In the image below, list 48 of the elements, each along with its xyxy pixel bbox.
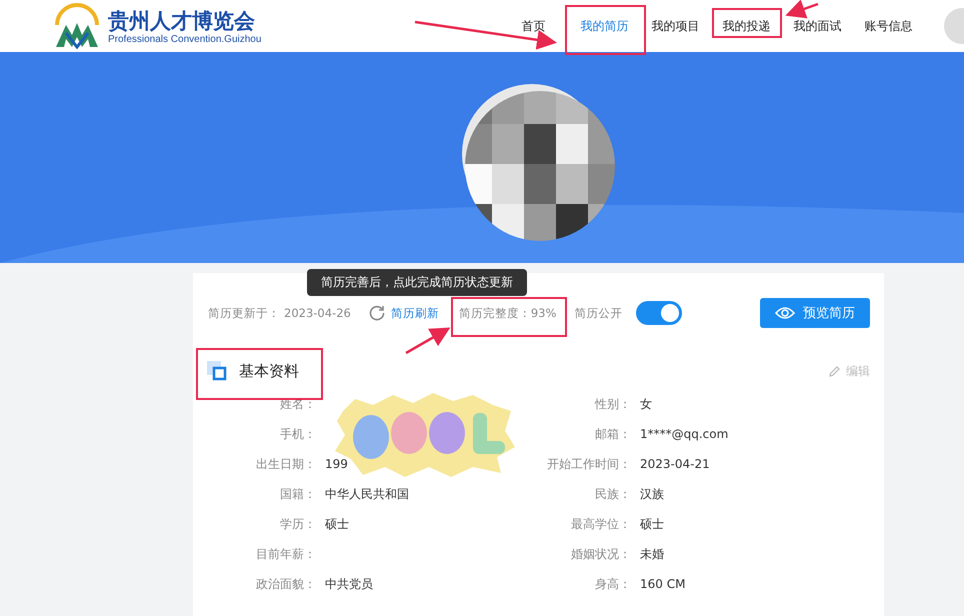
logo-icon xyxy=(52,3,102,49)
updated-label: 简历更新于： xyxy=(208,306,280,320)
nav-link[interactable]: 我的项目 xyxy=(640,2,711,50)
field-label: 手机： xyxy=(279,426,316,442)
eye-icon xyxy=(775,305,795,321)
field-value: 未婚 xyxy=(640,546,664,560)
pencil-icon xyxy=(828,364,841,378)
field-value: 中共党员 xyxy=(325,576,373,590)
field-value: 199 xyxy=(325,457,348,471)
field-value: 女 xyxy=(640,396,652,410)
nav-link[interactable]: 账号信息 xyxy=(853,2,924,50)
field-value: 160 CM xyxy=(640,577,686,591)
field-label: 邮箱： xyxy=(594,426,631,442)
field-value: 1****@qq.com xyxy=(640,427,728,441)
nav-link[interactable]: 首页 xyxy=(498,2,569,50)
nav-link[interactable]: 我的面试 xyxy=(782,2,853,50)
tooltip: 简历完善后，点此完成简历状态更新 xyxy=(307,269,527,296)
field-value: 汉族 xyxy=(640,486,664,500)
field-value: 中华人民共和国 xyxy=(325,486,409,500)
updated-date: 2023-04-26 xyxy=(284,306,351,320)
field-value: 2023-04-21 xyxy=(640,457,710,471)
field-label: 开始工作时间： xyxy=(546,456,631,472)
refresh-link[interactable]: 简历刷新 xyxy=(390,306,439,320)
public-switch[interactable] xyxy=(636,301,682,325)
public-label: 简历公开 xyxy=(574,306,622,320)
completeness-text: 简历完整度：93% xyxy=(458,306,556,320)
field-label: 最高学位： xyxy=(570,516,631,532)
field-label: 学历： xyxy=(279,516,316,532)
field-label: 身高： xyxy=(594,576,631,592)
field-label: 国籍： xyxy=(279,486,316,502)
annotation-box xyxy=(712,8,782,38)
arrow xyxy=(405,328,450,354)
field-label: 民族： xyxy=(594,486,631,502)
section-title: 基本资料 xyxy=(239,362,299,380)
nav-link[interactable]: 我的简历 xyxy=(569,2,640,50)
field-value: 硕士 xyxy=(640,516,664,530)
field-label: 出生日期： xyxy=(255,456,316,472)
site-subtitle: Professionals Convention.Guizhou xyxy=(108,34,262,44)
nav-link[interactable]: 我的投递 xyxy=(711,2,782,50)
field-label: 婚姻状况： xyxy=(570,546,631,562)
site-title: 贵州人才博览会 xyxy=(108,8,256,34)
field-label: 目前年薪： xyxy=(255,546,316,562)
field-value: 硕士 xyxy=(325,516,349,530)
refresh-icon[interactable] xyxy=(368,305,385,321)
field-label: 性别： xyxy=(594,396,631,412)
arrow xyxy=(785,0,818,18)
field-label: 政治面貌： xyxy=(255,576,316,592)
section-icon xyxy=(207,361,227,381)
